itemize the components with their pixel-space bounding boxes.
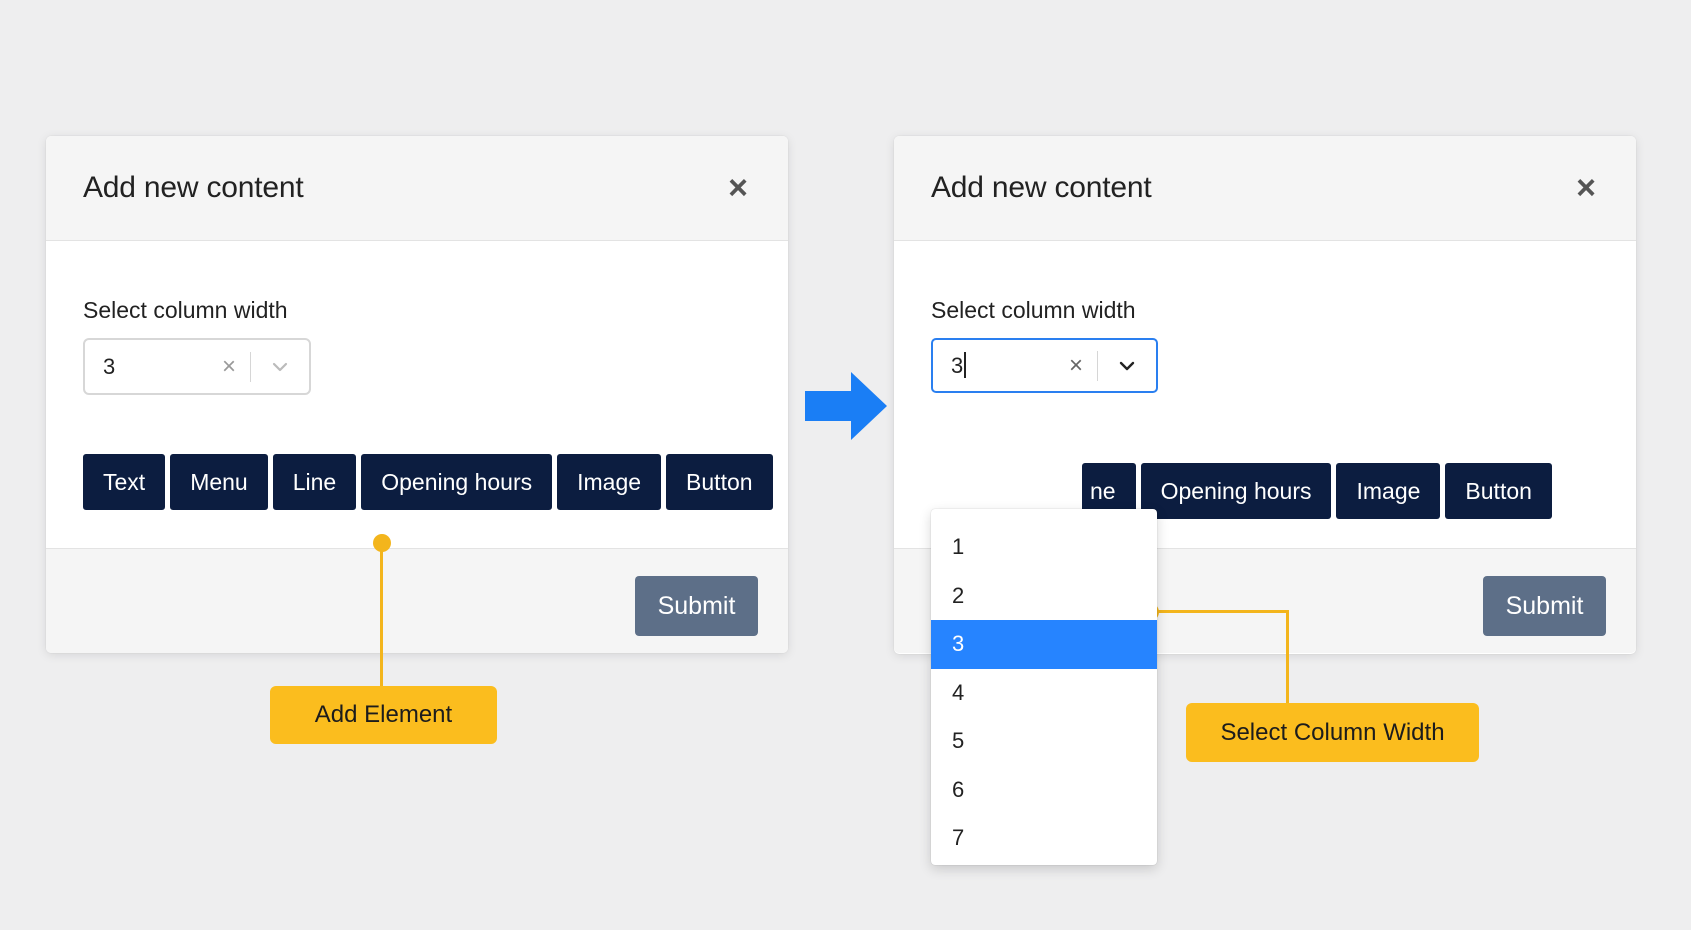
modal-footer: Submit: [46, 548, 788, 653]
opening-hours-element-button[interactable]: Opening hours: [1140, 463, 1332, 519]
dropdown-option[interactable]: 1: [931, 523, 1157, 572]
column-width-select[interactable]: 3 ×: [931, 338, 1158, 393]
add-element-callout: Add Element: [270, 686, 497, 744]
modal-body: Select column width 3 × Text Menu Line O…: [46, 241, 788, 548]
column-width-select[interactable]: 3 ×: [83, 338, 311, 395]
select-width-callout-line-v: [1286, 610, 1289, 704]
modal-title: Add new content: [931, 171, 1152, 204]
add-content-modal-dropdown-open: Add new content × Select column width 3 …: [894, 136, 1636, 865]
opening-hours-element-button[interactable]: Opening hours: [361, 454, 553, 510]
select-value: 3: [103, 353, 116, 379]
dropdown-option[interactable]: 2: [931, 572, 1157, 621]
modal-title: Add new content: [83, 171, 304, 204]
select-width-callout-line-h: [1150, 610, 1289, 613]
button-element-button[interactable]: Button: [1445, 463, 1552, 519]
dropdown-option[interactable]: 6: [931, 766, 1157, 815]
select-value[interactable]: 3: [933, 352, 1055, 379]
submit-button[interactable]: Submit: [635, 576, 758, 636]
button-element-button[interactable]: Button: [666, 454, 773, 510]
submit-button[interactable]: Submit: [1483, 576, 1606, 636]
column-width-dropdown: 1 2 3 4 5 6 7: [931, 509, 1157, 865]
chevron-down-icon[interactable]: [251, 340, 309, 393]
add-element-callout-line: [380, 543, 383, 687]
dropdown-option[interactable]: 5: [931, 717, 1157, 766]
modal-header: Add new content ×: [46, 136, 788, 241]
close-icon[interactable]: ×: [1570, 171, 1602, 205]
text-element-button[interactable]: Text: [83, 454, 166, 510]
close-icon[interactable]: ×: [722, 171, 754, 205]
stage: Add new content × Select column width 3 …: [0, 0, 1691, 930]
add-content-modal-default: Add new content × Select column width 3 …: [46, 136, 788, 653]
dropdown-option[interactable]: 7: [931, 814, 1157, 863]
chevron-down-icon[interactable]: [1098, 340, 1156, 391]
image-element-button[interactable]: Image: [1336, 463, 1441, 519]
select-value-text: 3: [951, 352, 964, 378]
modal-header: Add new content ×: [894, 136, 1636, 241]
column-width-label: Select column width: [931, 297, 1136, 323]
arrow-right-icon: [805, 372, 887, 440]
element-button-row: Text Menu Line Opening hours Image Butto…: [83, 454, 773, 510]
select-column-width-callout: Select Column Width: [1186, 703, 1479, 762]
text-caret: [964, 352, 966, 379]
dropdown-option-selected[interactable]: 3: [931, 620, 1157, 669]
clear-icon[interactable]: ×: [1055, 352, 1097, 380]
clear-icon[interactable]: ×: [208, 353, 250, 381]
column-width-label: Select column width: [83, 297, 288, 323]
menu-element-button[interactable]: Menu: [170, 454, 268, 510]
modal-body: Select column width 3 × ne Opening hours…: [894, 241, 1636, 865]
image-element-button[interactable]: Image: [557, 454, 662, 510]
dropdown-option[interactable]: 4: [931, 669, 1157, 718]
line-element-button[interactable]: Line: [272, 454, 357, 510]
